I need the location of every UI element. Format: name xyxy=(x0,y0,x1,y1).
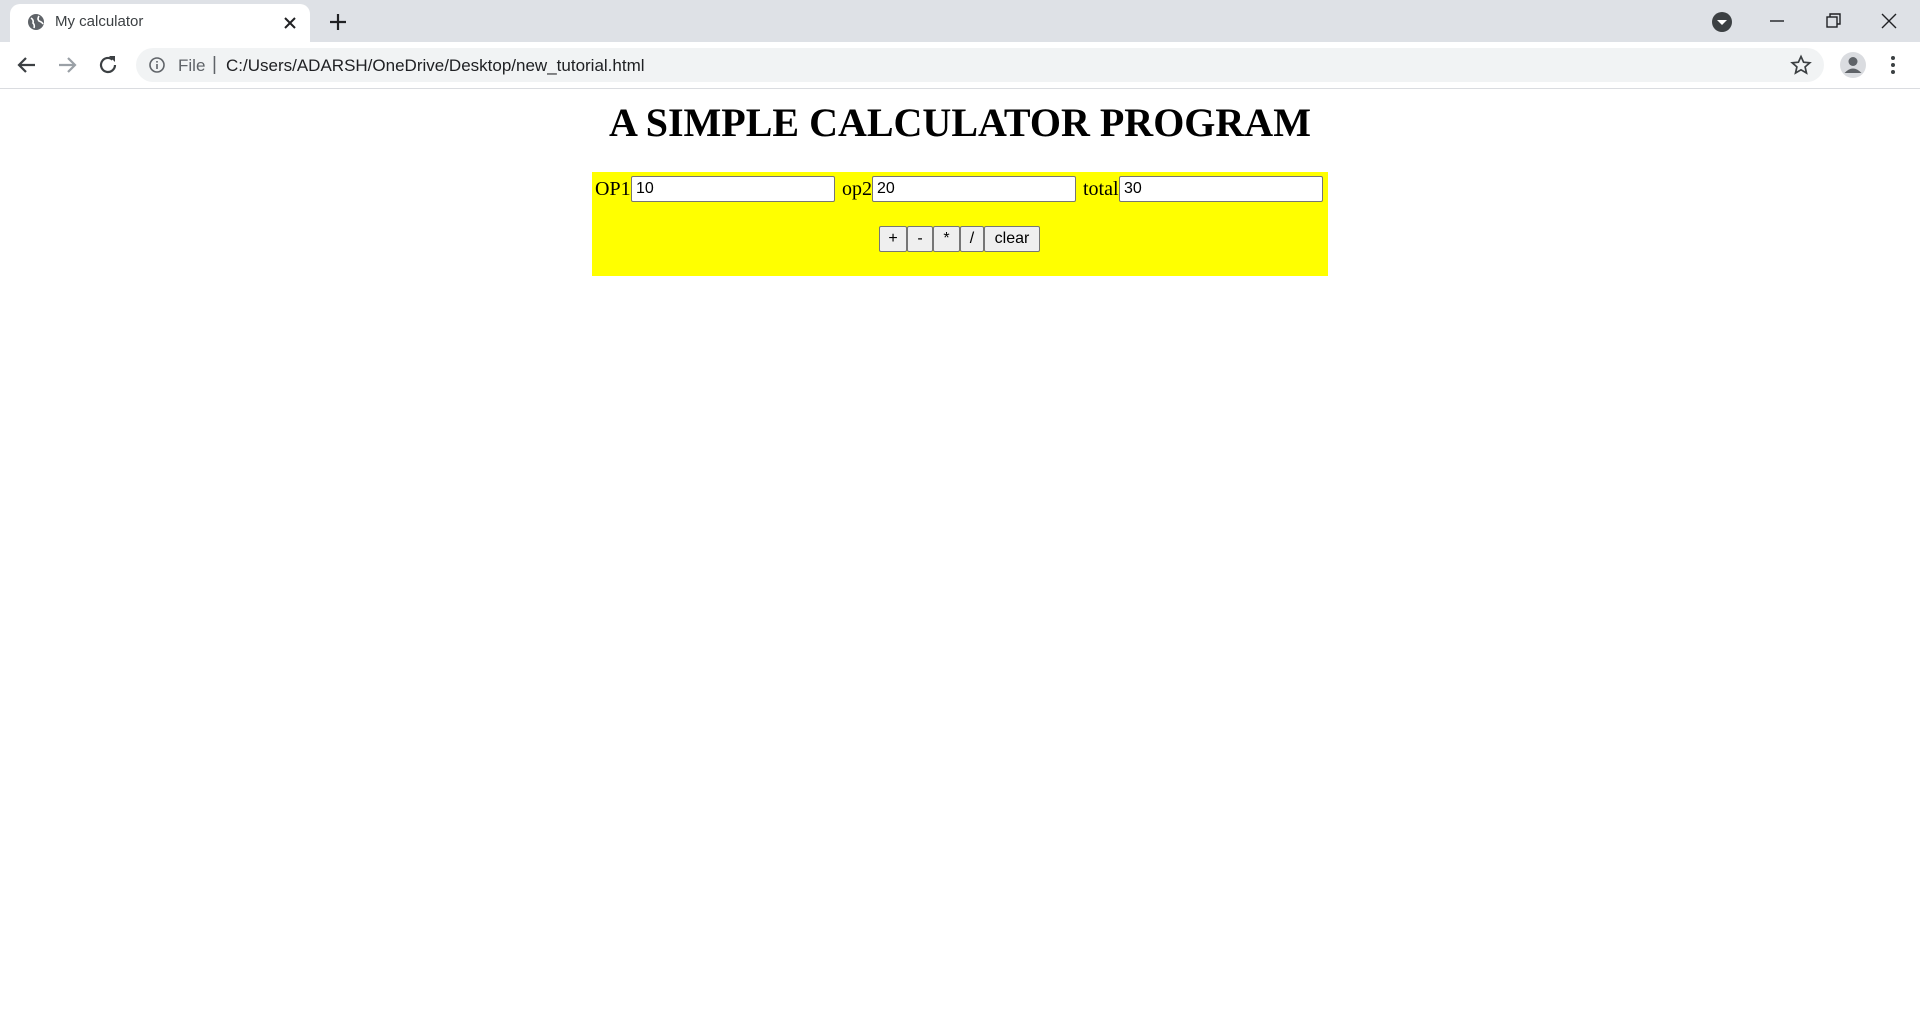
op1-input[interactable] xyxy=(631,176,835,202)
divide-button[interactable]: / xyxy=(960,226,984,252)
globe-icon xyxy=(26,12,46,32)
add-button[interactable]: + xyxy=(879,226,907,252)
window-close-icon[interactable] xyxy=(1866,6,1912,36)
total-label: total xyxy=(1083,178,1119,200)
tab-search-icon[interactable] xyxy=(1710,10,1734,34)
new-tab-plus-icon[interactable] xyxy=(326,10,350,34)
bookmark-star-icon[interactable] xyxy=(1790,54,1812,76)
op2-label: op2 xyxy=(842,178,872,200)
multiply-button[interactable]: * xyxy=(933,226,960,252)
back-arrow-icon[interactable] xyxy=(13,51,41,79)
op1-label: OP1 xyxy=(595,178,631,200)
profile-avatar-icon[interactable] xyxy=(1838,50,1868,80)
more-menu-icon[interactable] xyxy=(1880,52,1906,78)
browser-toolbar: File | C:/Users/ADARSH/OneDrive/Desktop/… xyxy=(0,42,1920,89)
address-bar[interactable]: File | C:/Users/ADARSH/OneDrive/Desktop/… xyxy=(136,48,1824,82)
page-heading: A SIMPLE CALCULATOR PROGRAM xyxy=(609,100,1311,145)
calculator-panel: OP1 op2 total + - * / clear xyxy=(592,172,1328,276)
reload-icon[interactable] xyxy=(94,51,122,79)
minimize-icon[interactable] xyxy=(1754,6,1800,36)
close-icon[interactable] xyxy=(280,13,300,33)
forward-arrow-icon[interactable] xyxy=(53,51,81,79)
op2-input[interactable] xyxy=(872,176,1076,202)
url-text[interactable]: C:/Users/ADARSH/OneDrive/Desktop/new_tut… xyxy=(226,56,645,76)
info-icon[interactable] xyxy=(148,56,166,74)
total-input[interactable] xyxy=(1119,176,1323,202)
url-separator: | xyxy=(212,54,217,75)
tab-strip: My calculator xyxy=(0,0,1920,42)
tab-title: My calculator xyxy=(55,13,144,30)
subtract-button[interactable]: - xyxy=(907,226,933,252)
clear-button[interactable]: clear xyxy=(984,226,1040,252)
restore-icon[interactable] xyxy=(1810,6,1856,36)
browser-tab[interactable]: My calculator xyxy=(10,4,310,42)
page-content: A SIMPLE CALCULATOR PROGRAM OP1 op2 tota… xyxy=(0,89,1920,1030)
scheme-label: File xyxy=(178,56,206,75)
